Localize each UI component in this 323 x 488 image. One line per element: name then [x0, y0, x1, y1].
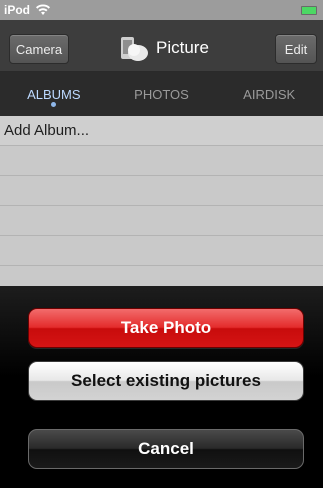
nav-bar: Camera Picture Edit	[0, 20, 323, 72]
carrier-label: iPod	[4, 3, 30, 17]
tab-label: AIRDISK	[243, 86, 296, 102]
battery-icon	[301, 6, 317, 15]
tab-albums[interactable]: ALBUMS	[0, 72, 108, 116]
tab-airdisk[interactable]: AIRDISK	[215, 72, 323, 116]
tab-label: ALBUMS	[27, 86, 81, 102]
add-album-label: Add Album...	[4, 122, 90, 139]
take-photo-button[interactable]: Take Photo	[28, 308, 304, 348]
edit-button[interactable]: Edit	[275, 34, 317, 64]
active-tab-indicator	[51, 102, 57, 107]
album-list: Add Album...	[0, 116, 323, 286]
tabs-bar: ALBUMS PHOTOS AIRDISK	[0, 72, 323, 116]
cancel-button[interactable]: Cancel	[28, 429, 304, 469]
page-title: Picture	[156, 38, 209, 57]
wifi-icon	[35, 4, 51, 16]
select-existing-pictures-button[interactable]: Select existing pictures	[28, 361, 304, 401]
tab-photos[interactable]: PHOTOS	[108, 72, 216, 116]
action-sheet: Take Photo Select existing pictures Canc…	[0, 286, 323, 488]
tab-label: PHOTOS	[134, 86, 189, 102]
add-album-row[interactable]: Add Album...	[0, 116, 323, 146]
empty-list-row	[0, 236, 323, 266]
empty-list-row	[0, 176, 323, 206]
empty-list-row	[0, 206, 323, 236]
status-bar: iPod	[0, 0, 323, 20]
picture-logo-icon	[118, 33, 150, 63]
nav-title: Picture	[118, 33, 209, 63]
camera-button[interactable]: Camera	[9, 34, 69, 64]
empty-list-row	[0, 146, 323, 176]
